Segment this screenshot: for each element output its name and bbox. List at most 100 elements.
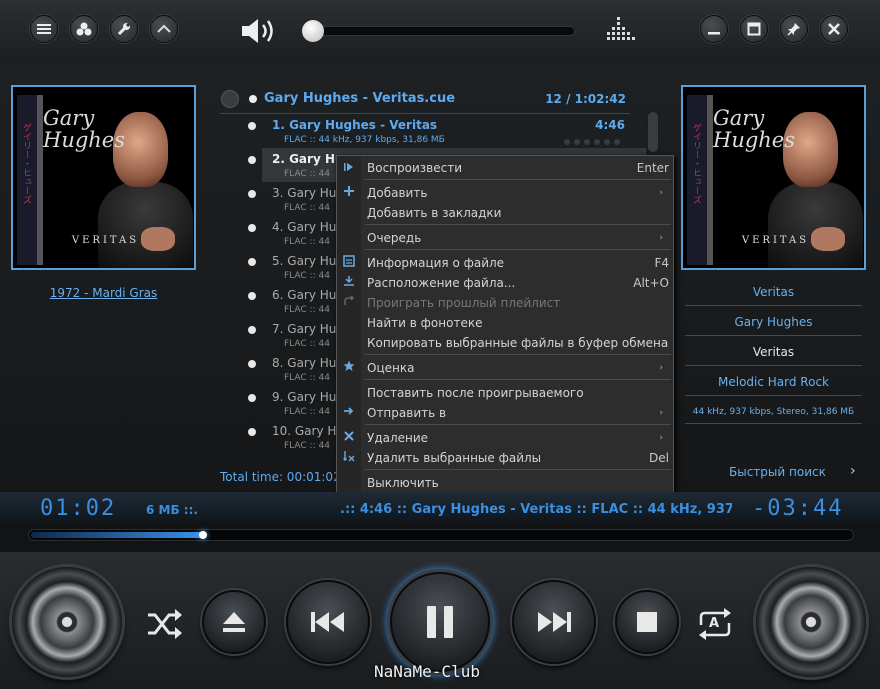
info-artist: Gary Hughes <box>685 315 862 336</box>
submenu-arrow-icon: › <box>659 433 663 443</box>
seek-bar-fill <box>31 532 204 538</box>
menu-separator <box>365 249 671 250</box>
stop-button[interactable] <box>615 590 679 654</box>
track-title: 5. Gary Hug <box>272 254 345 268</box>
scroll-text-left: 6 МБ ::. <box>146 503 198 517</box>
seek-bar[interactable] <box>28 529 854 541</box>
bullet-icon <box>248 428 256 436</box>
menu-item-label: Отправить в <box>367 406 447 420</box>
menu-item-add[interactable]: Добавить › <box>361 183 673 203</box>
eject-icon <box>223 612 245 632</box>
menu-item-shortcut: F4 <box>654 256 669 270</box>
speaker-right <box>756 567 866 677</box>
next-button[interactable] <box>512 580 596 664</box>
pin-icon[interactable] <box>780 15 808 43</box>
maximize-icon[interactable] <box>740 15 768 43</box>
playlist-header[interactable]: Gary Hughes - Veritas.cue 12 / 1:02:42 <box>220 89 630 113</box>
menu-item-play-next[interactable]: Поставить после проигрываемого <box>361 383 673 403</box>
volume-slider[interactable] <box>302 20 575 42</box>
equalizer-icon[interactable] <box>605 16 635 44</box>
chevron-right-icon: › <box>850 463 856 479</box>
menu-item-rating[interactable]: Оценка › <box>361 358 673 378</box>
cover-artist-text: Gary Hughes <box>43 106 126 152</box>
menu-item-label: Выключить <box>367 476 439 490</box>
repeat-button[interactable]: A <box>696 607 734 641</box>
menu-item-label: Найти в фонотеке <box>367 316 483 330</box>
menu-item-find-in-library[interactable]: Найти в фонотеке <box>361 313 673 333</box>
submenu-arrow-icon: › <box>659 188 663 198</box>
menu-item-bookmark[interactable]: Добавить в закладки <box>361 203 673 223</box>
track-duration: 4:46 <box>595 118 625 132</box>
seek-bar-knob[interactable] <box>199 531 208 539</box>
menu-item-label: Удаление <box>367 431 429 445</box>
stop-icon <box>637 612 657 632</box>
minimize-icon[interactable] <box>700 15 728 43</box>
menu-item-copy-files[interactable]: Копировать выбранные файлы в буфер обмен… <box>361 333 673 353</box>
album-cover-left[interactable]: ゲイリー・ヒューズ Gary Hughes VERITAS <box>11 85 196 270</box>
menu-item-label: Добавить <box>367 186 428 200</box>
menu-separator <box>365 424 671 425</box>
track-format: FLAC :: 44 <box>284 237 330 247</box>
menu-item-send-to[interactable]: Отправить в › <box>361 403 673 423</box>
submenu-arrow-icon: › <box>659 233 663 243</box>
top-bar <box>0 0 880 62</box>
info-format: 44 kHz, 937 kbps, Stereo, 31,86 МБ <box>685 407 862 424</box>
menu-item-queue[interactable]: Очередь › <box>361 228 673 248</box>
menu-icon[interactable] <box>30 15 58 43</box>
menu-item-label: Проиграть прошлый плейлист <box>367 296 561 310</box>
quick-search-button[interactable]: Быстрый поиск › <box>685 463 862 483</box>
cover-album-text: VERITAS <box>741 235 810 246</box>
menu-item-label: Удалить выбранные файлы <box>367 451 542 465</box>
playlist-scrollbar-thumb[interactable] <box>648 112 658 152</box>
pause-button[interactable] <box>390 572 490 672</box>
track-title: 1. Gary Hughes - Veritas <box>272 118 438 132</box>
bullet-icon <box>248 224 256 232</box>
track-title: 7. Gary Hug <box>272 322 345 336</box>
bullet-icon <box>248 326 256 334</box>
plus-icon <box>342 185 356 199</box>
track-format: FLAC :: 44 <box>284 339 330 349</box>
volume-slider-knob[interactable] <box>302 20 324 42</box>
menu-item-label: Копировать выбранные файлы в буфер обмен… <box>367 336 669 350</box>
previous-icon <box>311 612 344 632</box>
cover-album-text: VERITAS <box>71 235 140 246</box>
eject-button[interactable] <box>202 590 266 654</box>
track-row[interactable]: 1. Gary Hughes - Veritas FLAC :: 44 kHz,… <box>246 117 631 151</box>
playlist-divider <box>220 113 630 114</box>
menu-item-file-location[interactable]: Расположение файла... Alt+O <box>361 273 673 293</box>
shuffle-icon[interactable] <box>144 607 184 641</box>
menu-item-label: Воспроизвести <box>367 161 462 175</box>
track-format: FLAC :: 44 <box>284 305 330 315</box>
bullet-icon <box>249 95 257 103</box>
menu-item-label: Информация о файле <box>367 256 505 270</box>
next-icon <box>538 612 571 632</box>
remaining-time[interactable]: -03:44 <box>752 496 843 521</box>
track-title: 8. Gary Hug <box>272 356 345 370</box>
menu-item-shutdown[interactable]: Выключить <box>361 473 673 493</box>
menu-separator <box>365 354 671 355</box>
submenu-arrow-icon: › <box>659 363 663 373</box>
info-album: Veritas <box>685 285 862 306</box>
menu-item-delete-files[interactable]: Удалить выбранные файлы Del <box>361 448 673 468</box>
send-icon <box>342 405 356 419</box>
volume-icon[interactable] <box>240 16 278 46</box>
track-title: 3. Gary Hug <box>272 186 345 200</box>
close-icon[interactable] <box>820 15 848 43</box>
menu-item-play[interactable]: Воспроизвести Enter <box>361 158 673 178</box>
apps-icon[interactable] <box>70 15 98 43</box>
rating-stars[interactable] <box>563 135 625 145</box>
chevron-up-icon[interactable] <box>150 15 178 43</box>
menu-item-file-info[interactable]: Информация о файле F4 <box>361 253 673 273</box>
album-link[interactable]: 1972 - Mardi Gras <box>11 286 196 300</box>
bullet-icon <box>248 122 256 130</box>
repeat-mode-label: A <box>709 616 720 631</box>
elapsed-time[interactable]: 01:02 <box>40 496 116 521</box>
previous-button[interactable] <box>286 580 370 664</box>
redo-icon <box>342 295 356 309</box>
menu-item-shortcut: Enter <box>636 161 669 175</box>
wrench-icon[interactable] <box>110 15 138 43</box>
album-cover-right[interactable]: ゲイリー・ヒューズ Gary Hughes VERITAS <box>681 85 866 270</box>
status-strip: 01:02 6 МБ ::. .:: 4:46 :: Gary Hughes -… <box>0 492 880 552</box>
menu-item-delete[interactable]: Удаление › <box>361 428 673 448</box>
playlist-toggle-icon[interactable] <box>221 90 239 108</box>
